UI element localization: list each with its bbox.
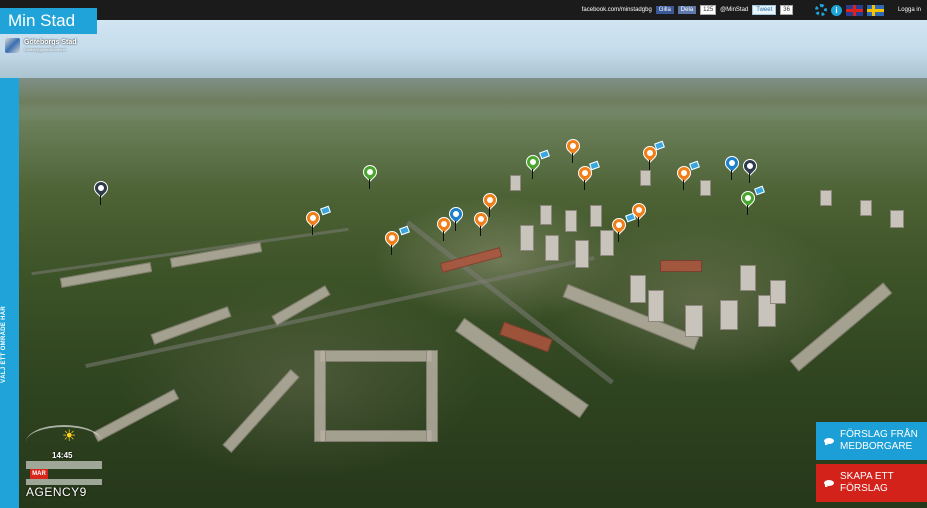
sweden-flag-icon[interactable] (866, 4, 884, 16)
facebook-share-button[interactable]: Dela (677, 6, 697, 14)
tower (520, 225, 534, 251)
time-widget[interactable]: ☀ 14:45 MAR AGENCY9 (26, 425, 102, 505)
create-proposal-button[interactable]: SKAPA ETT FÖRSLAG (816, 464, 927, 502)
tweet-button[interactable]: Tweet (752, 5, 777, 15)
building (314, 350, 326, 442)
time-slider[interactable] (26, 461, 102, 469)
facebook-url[interactable]: facebook.com/minstadgbg (582, 7, 652, 13)
top-bar: facebook.com/minstadgbg Gilla Dela 125 @… (0, 0, 927, 20)
sidebar-label: VÄLJ ETT OMRÅDE HÄR (1, 305, 7, 383)
facebook-count: 125 (700, 5, 717, 15)
tower (565, 210, 577, 232)
area-selector-sidebar[interactable]: VÄLJ ETT OMRÅDE HÄR (0, 78, 19, 508)
tower (575, 240, 589, 268)
create-proposal-label: SKAPA ETT FÖRSLAG (840, 471, 894, 494)
tower (590, 205, 602, 227)
city-subtitle: Stadsbyggnadskontoret (24, 47, 67, 52)
agency9-logo: AGENCY9 (26, 485, 87, 499)
tower (648, 290, 664, 322)
facebook-like-button[interactable]: Gilla (655, 6, 674, 14)
building (320, 430, 432, 442)
tower (820, 190, 832, 206)
building (92, 389, 180, 442)
tower (640, 170, 651, 186)
city-emblem-icon (5, 38, 20, 53)
tower (700, 180, 711, 196)
tower (770, 280, 786, 304)
3d-city-map[interactable] (0, 0, 927, 508)
citizen-proposals-label: FÖRSLAG FRÅN MEDBORGARE (840, 429, 918, 452)
tower (685, 305, 703, 337)
road (31, 227, 349, 276)
tower (860, 200, 872, 216)
month-badge[interactable]: MAR (30, 469, 48, 479)
login-link[interactable]: Logga in (898, 7, 921, 13)
city-logo: Göteborgs Stad Stadsbyggnadskontoret (5, 38, 77, 53)
chat-icon (824, 480, 834, 487)
twitter-handle[interactable]: @MinStad (720, 7, 748, 13)
top-bar-actions: facebook.com/minstadgbg Gilla Dela 125 @… (582, 0, 927, 20)
time-readout: 14:45 (52, 451, 73, 460)
chat-icon (824, 438, 834, 445)
sun-icon[interactable]: ☀ (62, 429, 76, 445)
building (660, 260, 702, 272)
tweet-count: 36 (780, 5, 793, 15)
tower (600, 230, 614, 256)
citizen-proposals-button[interactable]: FÖRSLAG FRÅN MEDBORGARE (816, 422, 927, 460)
city-name: Göteborgs Stad (24, 39, 77, 46)
tower (630, 275, 646, 303)
tower (510, 175, 521, 191)
horizon (0, 78, 927, 118)
tower (890, 210, 904, 228)
tower (740, 265, 756, 291)
building (320, 350, 432, 362)
app-title[interactable]: Min Stad (0, 8, 97, 34)
info-icon[interactable]: i (830, 4, 842, 16)
building (789, 282, 893, 372)
building (222, 369, 300, 453)
uk-flag-icon[interactable] (845, 4, 863, 16)
gear-icon[interactable] (814, 4, 827, 16)
tower (545, 235, 559, 261)
building (426, 350, 438, 442)
tower (720, 300, 738, 330)
tower (540, 205, 552, 225)
